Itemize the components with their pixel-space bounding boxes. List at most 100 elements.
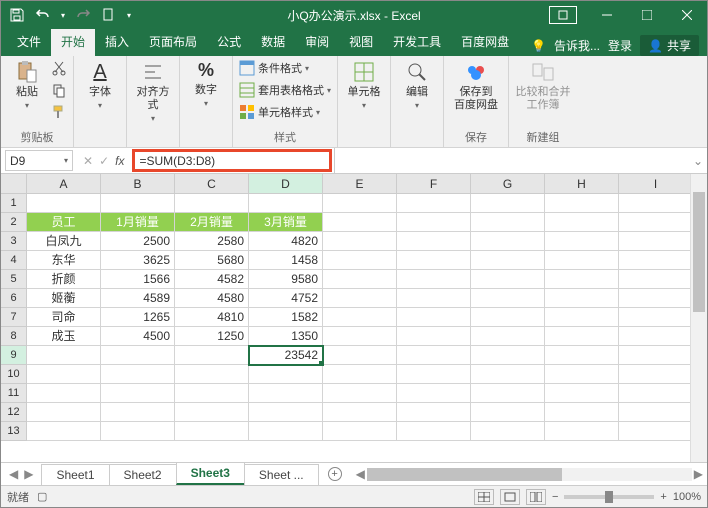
cell-C5[interactable]: 4582	[175, 270, 249, 289]
cell-styles-button[interactable]: 单元格样式 ▾	[239, 104, 331, 120]
cell-H7[interactable]	[545, 308, 619, 327]
cell-E12[interactable]	[323, 403, 397, 422]
cell-G1[interactable]	[471, 194, 545, 213]
horizontal-scrollbar[interactable]: ◀ ▶	[352, 463, 707, 485]
cell-F8[interactable]	[397, 327, 471, 346]
cell-G6[interactable]	[471, 289, 545, 308]
tab-baidu[interactable]: 百度网盘	[451, 28, 519, 56]
select-all-corner[interactable]	[1, 174, 27, 194]
cell-C8[interactable]: 1250	[175, 327, 249, 346]
cell-F1[interactable]	[397, 194, 471, 213]
cell-I13[interactable]	[619, 422, 693, 441]
cell-C11[interactable]	[175, 384, 249, 403]
cell-E10[interactable]	[323, 365, 397, 384]
cell-I8[interactable]	[619, 327, 693, 346]
cell-E2[interactable]	[323, 213, 397, 232]
tab-developer[interactable]: 开发工具	[383, 28, 451, 56]
column-header-E[interactable]: E	[323, 174, 397, 194]
row-header-8[interactable]: 8	[1, 327, 27, 346]
cell-B8[interactable]: 4500	[101, 327, 175, 346]
sheet-nav-prev-icon[interactable]: ◀	[9, 467, 18, 481]
cell-A6[interactable]: 姬蘅	[27, 289, 101, 308]
sheet-nav-next-icon[interactable]: ▶	[24, 467, 33, 481]
zoom-level[interactable]: 100%	[673, 491, 701, 503]
cell-F6[interactable]	[397, 289, 471, 308]
close-button[interactable]	[667, 1, 707, 29]
tab-page-layout[interactable]: 页面布局	[139, 28, 207, 56]
cell-H2[interactable]	[545, 213, 619, 232]
name-box-dropdown-icon[interactable]: ▾	[64, 156, 68, 165]
fx-icon[interactable]: fx	[115, 154, 124, 168]
cell-G9[interactable]	[471, 346, 545, 365]
cell-C3[interactable]: 2580	[175, 232, 249, 251]
row-header-9[interactable]: 9	[1, 346, 27, 365]
sheet-tab-Sheet ...[interactable]: Sheet ...	[244, 464, 319, 485]
cell-A8[interactable]: 成玉	[27, 327, 101, 346]
cell-E3[interactable]	[323, 232, 397, 251]
paste-button[interactable]: 粘贴▾	[7, 60, 47, 111]
cell-B11[interactable]	[101, 384, 175, 403]
row-header-5[interactable]: 5	[1, 270, 27, 289]
cell-G4[interactable]	[471, 251, 545, 270]
row-header-10[interactable]: 10	[1, 365, 27, 384]
cut-icon[interactable]	[51, 60, 67, 79]
formula-bar-input[interactable]: =SUM(D3:D8)	[139, 154, 215, 168]
zoom-out-button[interactable]: −	[552, 491, 558, 503]
formula-bar-extend[interactable]	[334, 148, 689, 173]
cell-B5[interactable]: 1566	[101, 270, 175, 289]
cell-H4[interactable]	[545, 251, 619, 270]
cell-E9[interactable]	[323, 346, 397, 365]
cell-B1[interactable]	[101, 194, 175, 213]
cell-G3[interactable]	[471, 232, 545, 251]
cell-D11[interactable]	[249, 384, 323, 403]
name-box[interactable]: D9▾	[5, 150, 73, 171]
cells-button[interactable]: 单元格▾	[344, 60, 384, 111]
cell-G2[interactable]	[471, 213, 545, 232]
cell-D6[interactable]: 4752	[249, 289, 323, 308]
cell-B3[interactable]: 2500	[101, 232, 175, 251]
cell-F11[interactable]	[397, 384, 471, 403]
column-header-A[interactable]: A	[27, 174, 101, 194]
cell-F3[interactable]	[397, 232, 471, 251]
cell-F5[interactable]	[397, 270, 471, 289]
cell-I9[interactable]	[619, 346, 693, 365]
tab-view[interactable]: 视图	[339, 28, 383, 56]
page-layout-view-icon[interactable]	[500, 489, 520, 505]
zoom-slider-handle[interactable]	[605, 491, 613, 503]
cell-A13[interactable]	[27, 422, 101, 441]
cell-H5[interactable]	[545, 270, 619, 289]
ribbon-display-icon[interactable]	[549, 6, 577, 24]
cell-B6[interactable]: 4589	[101, 289, 175, 308]
column-header-H[interactable]: H	[545, 174, 619, 194]
cell-D9[interactable]: 23542	[249, 346, 323, 365]
cell-C4[interactable]: 5680	[175, 251, 249, 270]
formula-bar-expand-icon[interactable]: ⌄	[689, 148, 707, 173]
cell-G10[interactable]	[471, 365, 545, 384]
row-header-2[interactable]: 2	[1, 213, 27, 232]
cell-F10[interactable]	[397, 365, 471, 384]
cell-H1[interactable]	[545, 194, 619, 213]
normal-view-icon[interactable]	[474, 489, 494, 505]
cell-E7[interactable]	[323, 308, 397, 327]
sheet-tab-Sheet3[interactable]: Sheet3	[176, 462, 245, 485]
cell-C9[interactable]	[175, 346, 249, 365]
cell-D12[interactable]	[249, 403, 323, 422]
cell-D2[interactable]: 3月销量	[249, 213, 323, 232]
hscroll-right-icon[interactable]: ▶	[694, 467, 703, 481]
cell-I10[interactable]	[619, 365, 693, 384]
column-header-F[interactable]: F	[397, 174, 471, 194]
cell-B10[interactable]	[101, 365, 175, 384]
cell-E5[interactable]	[323, 270, 397, 289]
cell-D10[interactable]	[249, 365, 323, 384]
column-header-C[interactable]: C	[175, 174, 249, 194]
undo-icon[interactable]	[35, 7, 51, 23]
cell-G11[interactable]	[471, 384, 545, 403]
cell-C2[interactable]: 2月销量	[175, 213, 249, 232]
cell-I7[interactable]	[619, 308, 693, 327]
cell-A11[interactable]	[27, 384, 101, 403]
tell-me[interactable]: 告诉我...	[554, 37, 600, 54]
number-button[interactable]: %数字▾	[186, 60, 226, 108]
hscroll-left-icon[interactable]: ◀	[356, 467, 365, 481]
cell-H13[interactable]	[545, 422, 619, 441]
cell-H12[interactable]	[545, 403, 619, 422]
